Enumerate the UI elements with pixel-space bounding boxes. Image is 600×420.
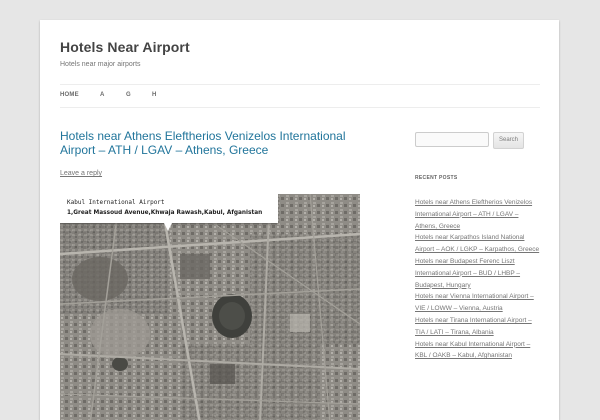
post-title[interactable]: Hotels near Athens Eleftherios Venizelos… <box>60 129 360 157</box>
list-item: Hotels near Vienna International Airport… <box>415 291 540 315</box>
satellite-map-image <box>60 194 360 420</box>
search-input[interactable] <box>415 132 489 147</box>
list-item: Hotels near Athens Eleftherios Venizelos… <box>415 197 540 232</box>
list-item: Hotels near Tirana International Airport… <box>415 315 540 339</box>
map-info-title: Kabul International Airport <box>67 199 165 206</box>
list-item: Hotels near Kabul International Airport … <box>415 339 540 363</box>
map-info-address: 1,Great Massoud Avenue,Khwaja Rawash,Kab… <box>67 210 263 216</box>
leave-reply-link[interactable]: Leave a reply <box>60 170 102 177</box>
nav-item-h[interactable]: H <box>152 92 157 98</box>
list-item: Hotels near Budapest Ferenc Liszt Intern… <box>415 256 540 291</box>
recent-posts-heading: Recent Posts <box>415 175 458 181</box>
nav-item-g[interactable]: G <box>126 92 131 98</box>
page-container: Hotels Near Airport Hotels near major ai… <box>40 20 559 420</box>
site-description: Hotels near major airports <box>60 61 141 68</box>
recent-post-link[interactable]: Hotels near Athens Eleftherios Venizelos… <box>415 199 532 230</box>
map-embed[interactable]: Kabul International Airport 1,Great Mass… <box>60 194 360 420</box>
main-navigation: Home A G H <box>60 84 540 108</box>
map-info-window: Kabul International Airport 1,Great Mass… <box>60 194 278 231</box>
recent-post-link[interactable]: Hotels near Kabul International Airport … <box>415 341 530 360</box>
recent-post-link[interactable]: Hotels near Vienna International Airport… <box>415 293 534 312</box>
recent-posts-list: Hotels near Athens Eleftherios Venizelos… <box>415 197 540 362</box>
site-title[interactable]: Hotels Near Airport <box>60 39 190 55</box>
recent-post-link[interactable]: Hotels near Karpathos Island National Ai… <box>415 234 539 253</box>
recent-post-link[interactable]: Hotels near Tirana International Airport… <box>415 317 532 336</box>
search-button[interactable]: Search <box>493 132 524 149</box>
list-item: Hotels near Karpathos Island National Ai… <box>415 232 540 256</box>
nav-item-home[interactable]: Home <box>60 92 79 98</box>
recent-post-link[interactable]: Hotels near Budapest Ferenc Liszt Intern… <box>415 258 520 289</box>
nav-item-a[interactable]: A <box>100 92 105 98</box>
